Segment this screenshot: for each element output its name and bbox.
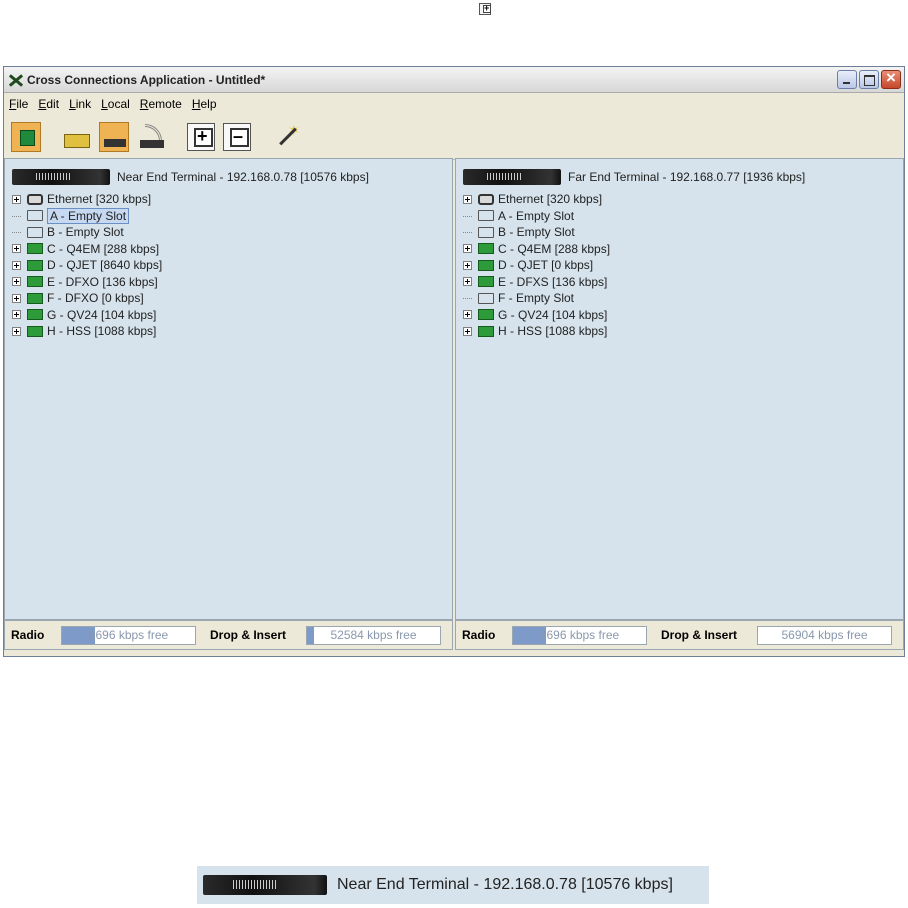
near-end-header-zoom: Near End Terminal - 192.168.0.78 [10576 … [197,866,709,904]
expand-icon[interactable] [463,260,472,270]
tree-node[interactable]: E - DFXS [136 kbps] [463,274,903,291]
tree-node[interactable]: B - Empty Slot [463,224,903,241]
tree-node[interactable]: G - QV24 [104 kbps] [463,307,903,324]
near-status: Radio 8696 kbps free Drop & Insert 52584… [4,620,453,650]
tree-connector [12,231,21,234]
tree-connector [463,297,472,300]
tree-node-label: C - Q4EM [288 kbps] [47,241,160,256]
expand-icon[interactable] [463,326,472,336]
tree-node[interactable]: A - Empty Slot [463,208,903,225]
drop-insert-label: Drop & Insert [210,628,287,642]
tree-node-label: B - Empty Slot [47,225,124,240]
expand-icon[interactable] [463,277,472,287]
tree-node[interactable]: C - Q4EM [288 kbps] [463,241,903,258]
card-icon [27,309,43,321]
tree-node[interactable]: A - Empty Slot [12,207,452,225]
tree-node[interactable]: Ethernet [320 kbps] [463,191,903,208]
radio-bandwidth-field: 8696 kbps free [512,625,647,645]
near-end-header: Near End Terminal - 192.168.0.78 [10576 … [12,167,452,187]
tree-connector [12,215,21,217]
tree-node[interactable]: F - DFXO [0 kbps] [12,290,452,307]
tree-node-label: A - Empty Slot [498,208,575,223]
expand-icon[interactable] [12,310,21,320]
card-icon [27,259,43,271]
empty-slot-icon [478,226,494,238]
card-icon [478,243,494,255]
tree-node-label: E - DFXO [136 kbps] [47,274,158,289]
far-end-tree: Ethernet [320 kbps] A - Empty Slot B - Emp… [463,191,903,340]
expand-icon[interactable] [12,260,21,270]
near-end-title-zoom: Near End Terminal - 192.168.0.78 [10576 … [337,876,673,893]
drop-insert-label: Drop & Insert [661,628,738,642]
near-end-title: Near End Terminal - 192.168.0.78 [10576 … [117,170,369,184]
tree-node-label: C - Q4EM [288 kbps] [498,241,611,256]
tree-node[interactable]: H - HSS [1088 kbps] [463,323,903,340]
far-status: Radio 8696 kbps free Drop & Insert 56904… [455,620,904,650]
expand-icon[interactable] [463,244,472,254]
far-end-header: Far End Terminal - 192.168.0.77 [1936 kb… [463,167,903,187]
expand-icon[interactable] [463,310,472,320]
ethernet-icon [478,193,494,205]
card-icon [27,325,43,337]
tree-node-label: Ethernet [320 kbps] [47,192,152,207]
radio-bandwidth-field: 8696 kbps free [61,625,196,645]
tree-connector [463,215,472,217]
tree-node-label: A - Empty Slot [47,207,130,224]
card-icon [478,309,494,321]
empty-slot-icon [27,210,43,222]
radio-label: Radio [11,628,45,642]
card-icon [478,325,494,337]
card-icon [27,276,43,288]
card-icon [27,243,43,255]
near-end-pane: Near End Terminal - 192.168.0.78 [10576 … [4,158,453,620]
tree-node[interactable]: B - Empty Slot [12,224,452,241]
expand-icon[interactable] [463,194,472,204]
tree-node-label: F - DFXO [0 kbps] [47,291,144,306]
tree-node-label: H - HSS [1088 kbps] [47,324,157,339]
tree-node-label: G - QV24 [104 kbps] [498,307,608,322]
tree-node-label: E - DFXS [136 kbps] [498,274,608,289]
card-icon [27,292,43,304]
tree-node[interactable]: E - DFXO [136 kbps] [12,274,452,291]
tree-node-label: F - Empty Slot [498,291,575,306]
expand-icon[interactable] [12,277,21,287]
far-end-pane: Far End Terminal - 192.168.0.77 [1936 kb… [455,158,904,620]
card-icon [478,259,494,271]
far-end-title: Far End Terminal - 192.168.0.77 [1936 kb… [568,170,806,184]
tree-node[interactable]: D - QJET [0 kbps] [463,257,903,274]
tree-node[interactable]: H - HSS [1088 kbps] [12,323,452,340]
expand-all-icon [479,3,491,15]
ethernet-icon [27,193,43,205]
tree-node-label: Ethernet [320 kbps] [498,192,603,207]
tree-node[interactable]: G - QV24 [104 kbps] [12,307,452,324]
terminal-icon [463,169,561,185]
drop-insert-bandwidth-field: 56904 kbps free [757,625,892,645]
drop-insert-bandwidth-field: 52584 kbps free [306,625,441,645]
tree-node[interactable]: Ethernet [320 kbps] [12,191,452,208]
terminal-panes: Near End Terminal - 192.168.0.78 [10576 … [4,158,904,620]
tree-node-label: H - HSS [1088 kbps] [498,324,608,339]
expand-icon[interactable] [12,326,21,336]
status-bar: Radio 8696 kbps free Drop & Insert 52584… [4,620,904,650]
expand-icon[interactable] [12,244,21,254]
empty-slot-icon [27,226,43,238]
tree-connector [463,231,472,234]
tree-node-label: G - QV24 [104 kbps] [47,307,157,322]
terminal-icon [12,169,110,185]
terminal-icon [203,875,327,895]
near-end-tree: Ethernet [320 kbps] A - Empty Slot B - Emp… [12,191,452,340]
expand-icon[interactable] [12,293,21,303]
tree-node[interactable]: C - Q4EM [288 kbps] [12,241,452,258]
tree-node[interactable]: F - Empty Slot [463,290,903,307]
card-icon [478,276,494,288]
tree-node[interactable]: D - QJET [8640 kbps] [12,257,452,274]
empty-slot-icon [478,292,494,304]
empty-slot-icon [478,210,494,222]
radio-label: Radio [462,628,496,642]
tree-node-label: D - QJET [8640 kbps] [47,258,163,273]
expand-icon[interactable] [12,194,21,204]
tree-node-label: D - QJET [0 kbps] [498,258,594,273]
tree-node-label: B - Empty Slot [498,225,575,240]
